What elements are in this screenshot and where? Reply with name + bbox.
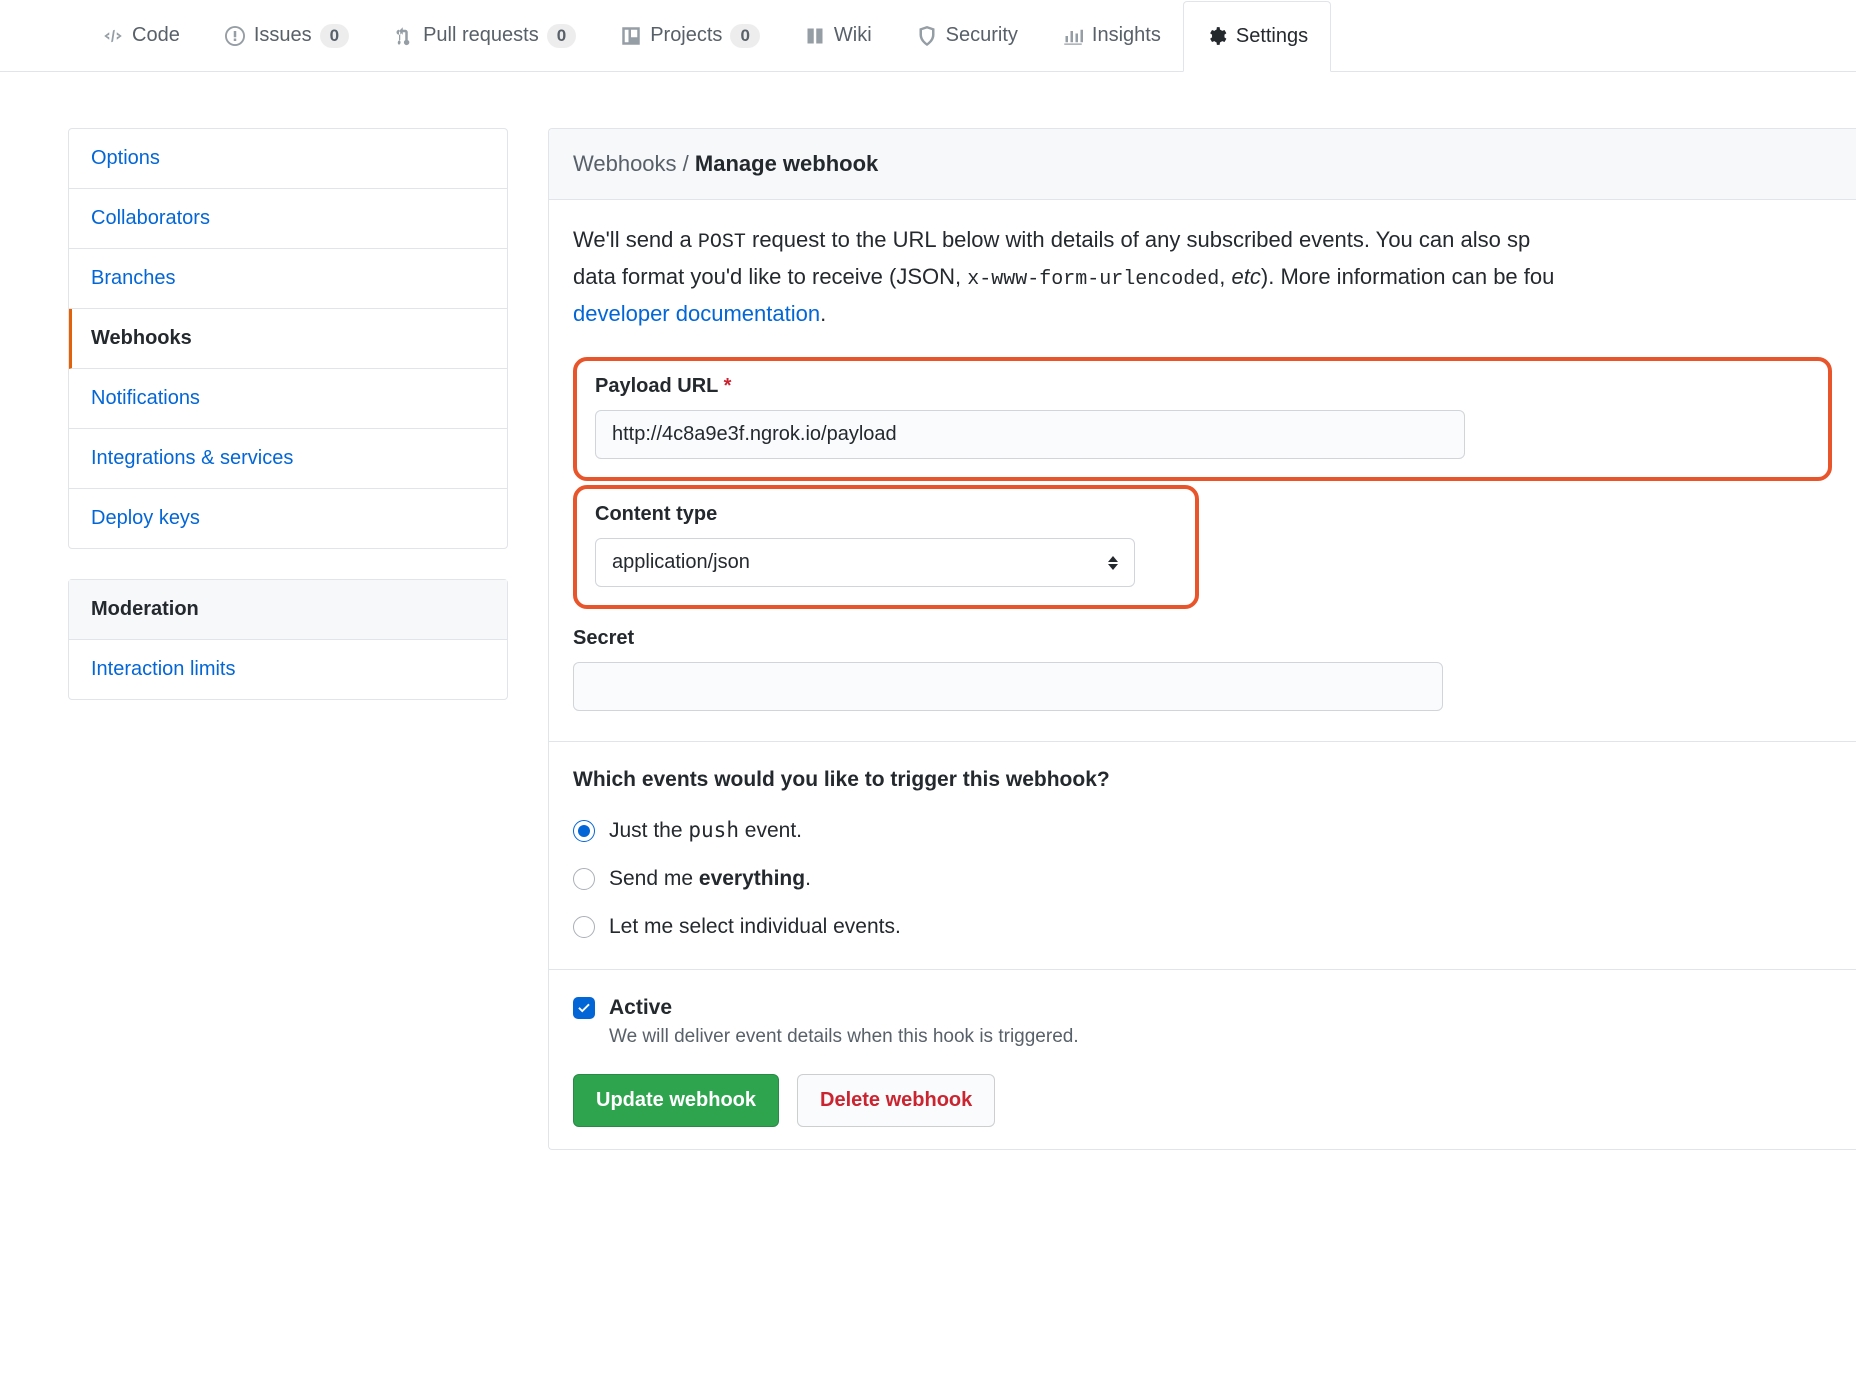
content-type-select[interactable]: application/json: [595, 538, 1135, 587]
pull-request-icon: [393, 25, 415, 47]
active-checkbox-row[interactable]: Active: [573, 996, 1832, 1020]
select-caret-icon: [1108, 556, 1118, 570]
sidebar-item-options[interactable]: Options: [69, 129, 507, 189]
pulls-count: 0: [547, 24, 576, 48]
tab-issues[interactable]: Issues 0: [202, 0, 371, 71]
radio-icon: [573, 820, 595, 842]
payload-url-label: Payload URL *: [595, 375, 1810, 398]
events-question: Which events would you like to trigger t…: [573, 768, 1832, 792]
tab-wiki[interactable]: Wiki: [782, 0, 894, 71]
issues-count: 0: [320, 24, 349, 48]
sidebar-item-notifications[interactable]: Notifications: [69, 369, 507, 429]
tab-settings[interactable]: Settings: [1183, 1, 1331, 72]
graph-icon: [1062, 25, 1084, 47]
code-icon: [102, 25, 124, 47]
sidebar-item-interaction-limits[interactable]: Interaction limits: [69, 640, 507, 699]
sidebar-item-integrations[interactable]: Integrations & services: [69, 429, 507, 489]
settings-sidebar: Options Collaborators Branches Webhooks …: [68, 128, 508, 1150]
repo-tabs: Code Issues 0 Pull requests 0 Projects 0…: [0, 0, 1856, 72]
sidebar-item-collaborators[interactable]: Collaborators: [69, 189, 507, 249]
radio-icon: [573, 868, 595, 890]
breadcrumb-current: Manage webhook: [695, 151, 878, 176]
radio-icon: [573, 916, 595, 938]
sidebar-item-webhooks[interactable]: Webhooks: [69, 309, 507, 369]
sidebar-header-moderation: Moderation: [69, 580, 507, 640]
sidebar-item-branches[interactable]: Branches: [69, 249, 507, 309]
tab-code[interactable]: Code: [80, 0, 202, 71]
tab-projects[interactable]: Projects 0: [598, 0, 782, 71]
payload-url-input[interactable]: [595, 410, 1465, 459]
tab-insights[interactable]: Insights: [1040, 0, 1183, 71]
tab-security[interactable]: Security: [894, 0, 1040, 71]
sidebar-item-deploy-keys[interactable]: Deploy keys: [69, 489, 507, 548]
projects-icon: [620, 25, 642, 47]
delete-webhook-button[interactable]: Delete webhook: [797, 1074, 995, 1127]
update-webhook-button[interactable]: Update webhook: [573, 1074, 779, 1127]
projects-count: 0: [730, 24, 759, 48]
intro-text: We'll send a POST request to the URL bel…: [573, 222, 1832, 331]
secret-input[interactable]: [573, 662, 1443, 711]
wiki-icon: [804, 25, 826, 47]
content-type-label: Content type: [595, 503, 1177, 526]
shield-icon: [916, 25, 938, 47]
active-desc: We will deliver event details when this …: [609, 1026, 1832, 1048]
tab-pulls[interactable]: Pull requests 0: [371, 0, 598, 71]
secret-label: Secret: [573, 627, 1832, 650]
gear-icon: [1206, 25, 1228, 47]
highlight-content-type: Content type application/json: [573, 485, 1199, 609]
developer-docs-link[interactable]: developer documentation: [573, 301, 820, 326]
radio-just-push[interactable]: Just the push event.: [573, 818, 1832, 843]
radio-individual[interactable]: Let me select individual events.: [573, 915, 1832, 939]
issue-icon: [224, 25, 246, 47]
highlight-payload-url: Payload URL *: [573, 357, 1832, 481]
breadcrumb: Webhooks / Manage webhook: [549, 129, 1856, 200]
radio-everything[interactable]: Send me everything.: [573, 867, 1832, 891]
breadcrumb-parent[interactable]: Webhooks: [573, 151, 677, 176]
main-panel: Webhooks / Manage webhook We'll send a P…: [548, 128, 1856, 1150]
checkbox-icon: [573, 997, 595, 1019]
